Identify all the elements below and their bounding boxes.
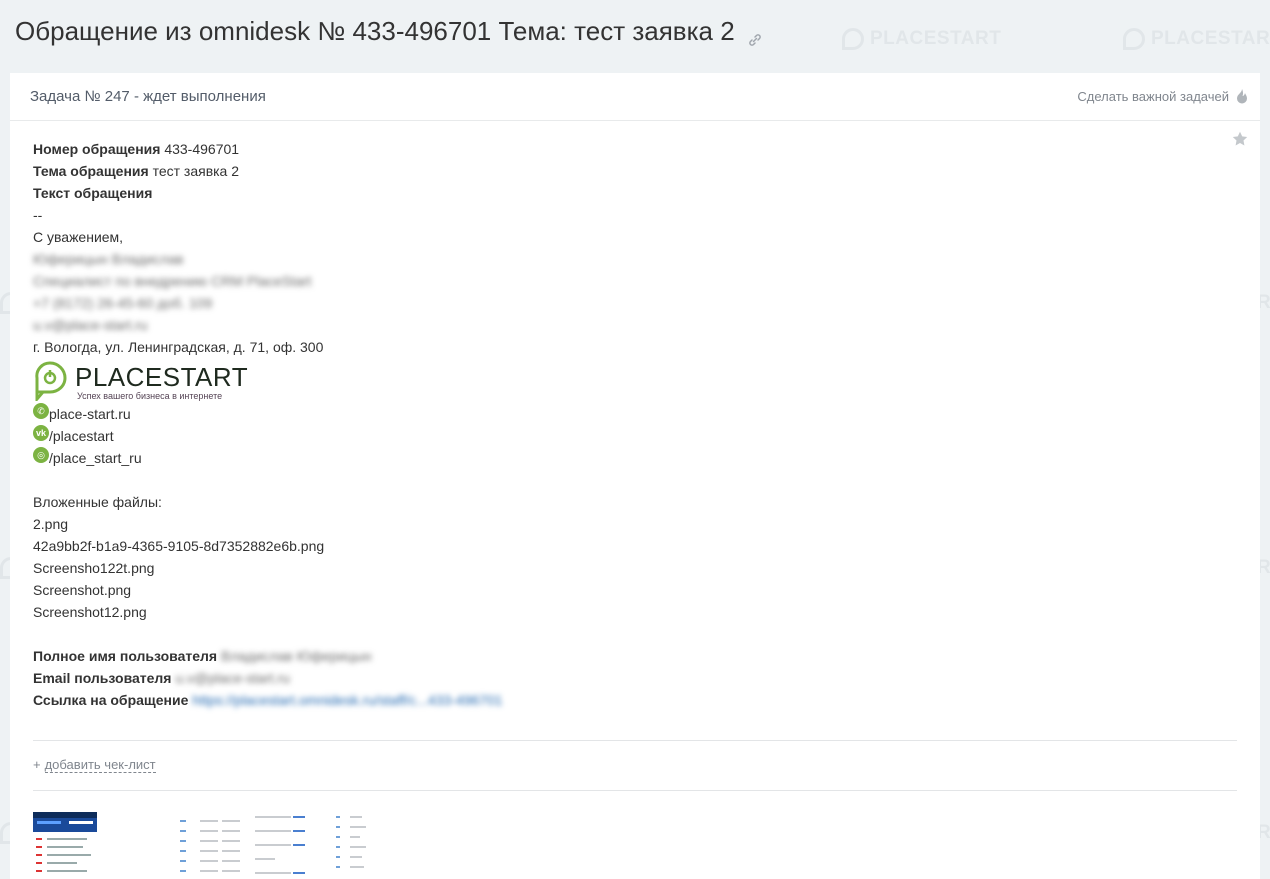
social-vk[interactable]: vk /placestart — [33, 425, 503, 447]
instagram-icon: ◎ — [33, 447, 49, 463]
logo-pin-icon — [35, 361, 67, 401]
social-whatsapp-text: place-start.ru — [49, 406, 131, 422]
vk-icon: vk — [33, 425, 49, 441]
attachment-thumbnail[interactable] — [180, 812, 390, 879]
ticket-text-label: Текст обращения — [33, 185, 153, 201]
ticket-link-label: Ссылка на обращение — [33, 692, 189, 708]
attachment-file[interactable]: 2.png — [33, 513, 503, 535]
signature-regards: С уважением, — [33, 229, 124, 245]
watermark: PLACESTART — [1123, 28, 1270, 50]
ticket-subject-label: Тема обращения — [33, 163, 149, 179]
social-whatsapp[interactable]: ✆ place-start.ru — [33, 403, 503, 425]
ticket-link[interactable]: https://placestart.omnidesk.ru/staff/c..… — [192, 692, 502, 708]
divider — [33, 790, 1237, 791]
attachments-label: Вложенные файлы: — [33, 494, 162, 510]
placestart-logo: PLACESTART Успех вашего бизнеса в интерн… — [33, 359, 253, 403]
ticket-number-row: Номер обращения 433-496701 — [33, 138, 503, 160]
signature-position: Специалист по внедрению CRM PlaceStart — [33, 273, 312, 289]
user-fullname-value: Владислав Юферицын — [221, 648, 372, 664]
logo-name: PLACESTART — [75, 362, 249, 392]
attachment-thumbnail[interactable] — [33, 812, 97, 879]
signature-address: г. Вологда, ул. Ленинградская, д. 71, оф… — [33, 339, 324, 355]
page-title: Обращение из omnidesk № 433-496701 Тема:… — [15, 16, 763, 47]
fire-icon — [1236, 89, 1248, 104]
watermark-text: PLACESTART — [870, 28, 1002, 49]
signature-dash: -- — [33, 207, 43, 223]
page-title-text: Обращение из omnidesk № 433-496701 Тема:… — [15, 16, 735, 46]
add-checklist: + добавить чек-лист — [33, 757, 156, 773]
task-description: Номер обращения 433-496701 Тема обращени… — [33, 138, 503, 711]
ticket-number-value: 433-496701 — [164, 141, 240, 157]
task-card: Задача № 247 - ждет выполнения Сделать в… — [10, 73, 1260, 879]
watermark: PLACESTART — [842, 28, 1001, 50]
ticket-subject-value: тест заявка 2 — [152, 163, 240, 179]
signature-name: Юферицын Владислав — [33, 251, 184, 267]
attachment-file[interactable]: Screensho122t.png — [33, 557, 503, 579]
make-important-label: Сделать важной задачей — [1077, 89, 1229, 104]
user-email-value: u.v@place-start.ru — [175, 670, 290, 686]
ticket-number-label: Номер обращения — [33, 141, 161, 157]
add-checklist-link[interactable]: добавить чек-лист — [44, 757, 156, 773]
ticket-link-row: Ссылка на обращение https://placestart.o… — [33, 689, 503, 711]
signature-phone: +7 (8172) 26-45-60 доб. 109 — [33, 295, 213, 311]
attachment-file[interactable]: Screenshot12.png — [33, 601, 503, 623]
make-important-button[interactable]: Сделать важной задачей — [1077, 89, 1248, 104]
attachment-file[interactable]: Screenshot.png — [33, 579, 503, 601]
watermark-pin-icon — [1123, 28, 1145, 50]
star-icon[interactable] — [1232, 131, 1248, 147]
signature-email: u.v@place-start.ru — [33, 317, 148, 333]
attachment-file[interactable]: 42a9bb2f-b1a9-4365-9105-8d7352882e6b.png — [33, 535, 503, 557]
user-email-label: Email пользователя — [33, 670, 172, 686]
social-vk-text: /placestart — [49, 428, 114, 444]
divider — [33, 740, 1237, 741]
logo-slogan: Успех вашего бизнеса в интернете — [77, 391, 223, 401]
watermark-pin-icon — [842, 28, 864, 50]
ticket-subject-row: Тема обращения тест заявка 2 — [33, 160, 503, 182]
social-instagram[interactable]: ◎ /place_start_ru — [33, 447, 503, 469]
user-email-row: Email пользователя u.v@place-start.ru — [33, 667, 503, 689]
task-status: Задача № 247 - ждет выполнения — [30, 88, 266, 105]
social-instagram-text: /place_start_ru — [49, 450, 142, 466]
user-fullname-row: Полное имя пользователя Владислав Юфериц… — [33, 645, 503, 667]
whatsapp-icon: ✆ — [33, 403, 49, 419]
watermark-text: PLACESTART — [1151, 28, 1270, 49]
task-card-header: Задача № 247 - ждет выполнения Сделать в… — [10, 73, 1260, 121]
ticket-text-row: Текст обращения — [33, 182, 503, 204]
user-fullname-label: Полное имя пользователя — [33, 648, 218, 664]
link-icon[interactable] — [747, 24, 763, 46]
plus-icon: + — [33, 757, 41, 772]
